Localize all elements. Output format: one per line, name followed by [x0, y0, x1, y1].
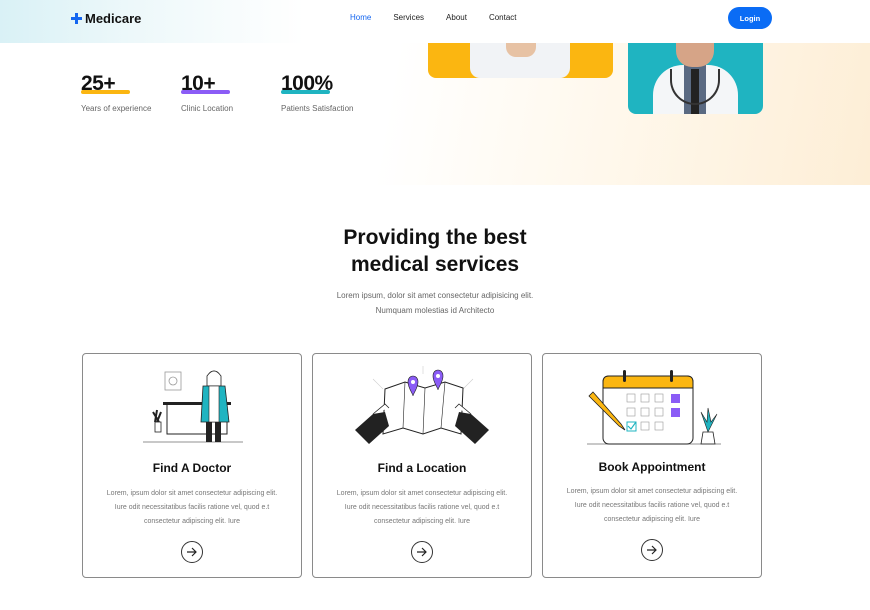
nav-contact[interactable]: Contact — [489, 13, 517, 22]
card-description: Lorem, ipsum dolor sit amet consectetur … — [93, 487, 291, 529]
stat-label: Years of experience — [81, 104, 152, 113]
stat-value: 25+ — [81, 72, 116, 95]
card-title: Find A Doctor — [152, 461, 232, 475]
login-button[interactable]: Login — [728, 7, 772, 29]
doctor-illustration — [143, 370, 243, 443]
desc-line-2: Numquam molestias id Architecto — [375, 306, 495, 315]
stat-value: 10+ — [181, 72, 216, 95]
desc-line: Iure odit necessitatibus facilis ratione… — [344, 504, 500, 511]
doctor-photo-2 — [628, 43, 763, 114]
calendar-illustration — [587, 370, 721, 445]
desc-line-1: Lorem ipsum, dolor sit amet consectetur … — [336, 291, 534, 300]
arrow-right-icon — [417, 547, 427, 557]
service-card-find-doctor[interactable]: Find A Doctor Lorem, ipsum dolor sit ame… — [82, 353, 302, 578]
nav-services[interactable]: Services — [393, 13, 424, 22]
main-nav: Home Services About Contact — [350, 13, 517, 22]
stat-label: Clinic Location — [181, 104, 234, 113]
desc-line: Lorem, ipsum dolor sit amet consectetur … — [106, 490, 278, 497]
desc-line: Lorem, ipsum dolor sit amet consectetur … — [566, 488, 738, 495]
desc-line: consectetur adipiscing elit. Iure — [373, 518, 471, 525]
stat-experience: 25+ Years of experience — [81, 72, 151, 113]
desc-line: Iure odit necessitatibus facilis ratione… — [574, 502, 730, 509]
stat-locations: 10+ Clinic Location — [181, 72, 233, 113]
brand-name: Medicare — [85, 11, 142, 26]
card-description: Lorem, ipsum dolor sit amet consectetur … — [323, 487, 521, 529]
stat-value: 100% — [281, 72, 333, 95]
stat-label: Patients Satisfaction — [281, 104, 354, 113]
nav-home[interactable]: Home — [350, 13, 371, 22]
card-title: Book Appointment — [598, 460, 706, 474]
desc-line: Iure odit necessitatibus facilis ratione… — [114, 504, 270, 511]
service-card-book-appointment[interactable]: Book Appointment Lorem, ipsum dolor sit … — [542, 353, 762, 578]
stat-satisfaction: 100% Patients Satisfaction — [281, 72, 353, 113]
service-card-find-location[interactable]: Find a Location Lorem, ipsum dolor sit a… — [312, 353, 532, 578]
nav-about[interactable]: About — [446, 13, 467, 22]
desc-line: Lorem, ipsum dolor sit amet consectetur … — [336, 490, 508, 497]
desc-line: consectetur adipiscing elit. Iure — [603, 516, 701, 523]
desc-line: consectetur adipiscing elit. Iure — [143, 518, 241, 525]
card-arrow-button[interactable] — [411, 541, 433, 563]
card-title: Find a Location — [377, 461, 467, 475]
arrow-right-icon — [187, 547, 197, 557]
card-arrow-button[interactable] — [641, 539, 663, 561]
brand-logo[interactable]: Medicare — [71, 11, 141, 26]
plus-icon — [71, 13, 82, 24]
map-illustration — [355, 366, 489, 444]
section-description: Lorem ipsum, dolor sit amet consectetur … — [235, 288, 635, 318]
card-arrow-button[interactable] — [181, 541, 203, 563]
doctor-photo-1 — [428, 43, 613, 78]
section-title: Providing the best medical services — [235, 224, 635, 278]
card-description: Lorem, ipsum dolor sit amet consectetur … — [553, 485, 751, 527]
arrow-right-icon — [647, 545, 657, 555]
title-line-1: Providing the best — [343, 226, 527, 249]
title-line-2: medical services — [350, 253, 520, 276]
